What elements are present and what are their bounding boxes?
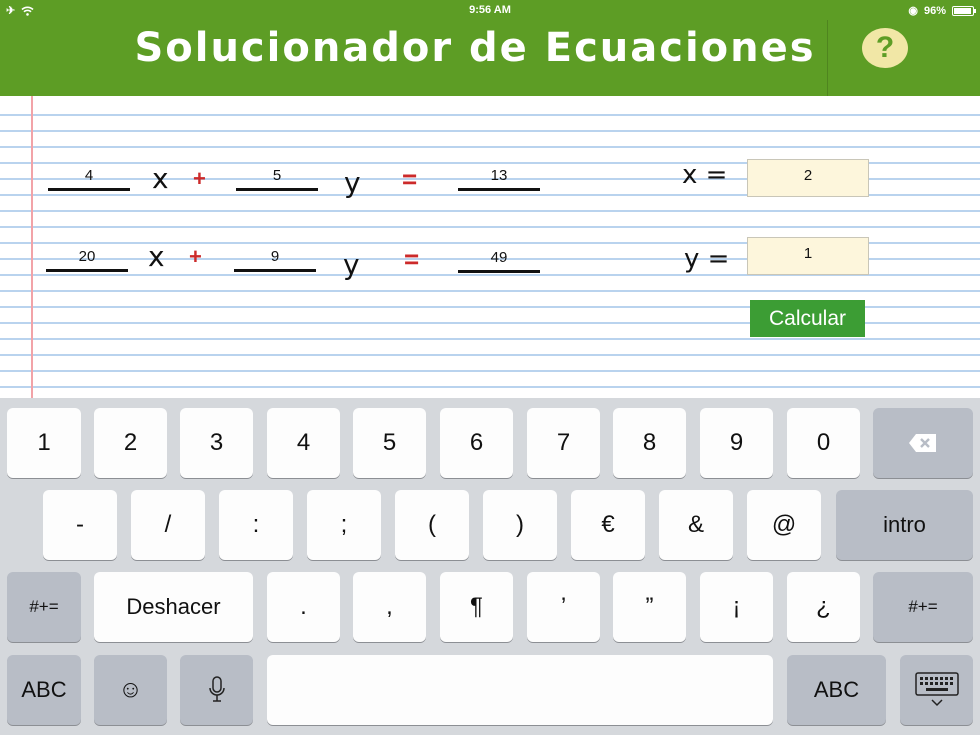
eq2-y-variable: y [343, 248, 360, 281]
on-screen-keyboard: 1 2 3 4 5 6 7 8 9 0 - / : ; ( ) € & @ in… [0, 398, 980, 735]
dismiss-keyboard-key[interactable] [900, 655, 973, 725]
key-inverted-question[interactable]: ¿ [787, 572, 860, 642]
y-result-label: y = [684, 244, 730, 274]
emoji-key[interactable]: ☺ [94, 655, 167, 725]
eq1-equals-sign: = [402, 164, 418, 194]
eq2-equals-sign: = [404, 244, 420, 274]
key-period[interactable]: . [267, 572, 340, 642]
battery-percent: 96% [923, 4, 946, 17]
eq1-coef-x-input[interactable]: 4 [48, 163, 130, 191]
key-slash[interactable]: / [131, 490, 205, 560]
eq1-constant-input[interactable]: 13 [458, 163, 540, 191]
key-5[interactable]: 5 [353, 408, 426, 478]
eq2-coef-x-input[interactable]: 20 [46, 244, 128, 272]
key-pilcrow[interactable]: ¶ [440, 572, 513, 642]
keyboard-hide-icon [914, 672, 959, 707]
key-quote[interactable]: ” [613, 572, 686, 642]
backspace-icon [909, 434, 936, 452]
key-inverted-exclamation[interactable]: ¡ [700, 572, 773, 642]
eq1-plus-sign: + [193, 166, 206, 191]
key-2[interactable]: 2 [94, 408, 167, 478]
help-button[interactable]: ? [862, 28, 908, 68]
eq2-constant-input[interactable]: 49 [458, 245, 540, 273]
symbols-key-left[interactable]: #+= [7, 572, 81, 642]
abc-key-right[interactable]: ABC [787, 655, 886, 725]
key-3[interactable]: 3 [180, 408, 253, 478]
key-close-paren[interactable]: ) [483, 490, 557, 560]
key-comma[interactable]: , [353, 572, 426, 642]
status-bar: ✈ 9:56 AM ◉ 96% [0, 0, 980, 20]
battery-icon [952, 5, 976, 16]
key-semicolon[interactable]: ; [307, 490, 381, 560]
key-colon[interactable]: : [219, 490, 293, 560]
status-time: 9:56 AM [469, 4, 511, 16]
key-1[interactable]: 1 [7, 408, 81, 478]
eq2-plus-sign: + [189, 244, 202, 269]
symbols-key-right[interactable]: #+= [873, 572, 973, 642]
x-result-field: 2 [747, 159, 869, 197]
eq2-x-variable: x [148, 240, 165, 273]
key-ampersand[interactable]: & [659, 490, 733, 560]
key-4[interactable]: 4 [267, 408, 340, 478]
key-7[interactable]: 7 [527, 408, 600, 478]
paper-margin-line [31, 96, 33, 398]
key-9[interactable]: 9 [700, 408, 773, 478]
key-euro[interactable]: € [571, 490, 645, 560]
eq1-x-variable: x [152, 162, 169, 195]
x-result-label: x = [682, 160, 728, 190]
key-at[interactable]: @ [747, 490, 821, 560]
abc-key-left[interactable]: ABC [7, 655, 81, 725]
return-key[interactable]: intro [836, 490, 973, 560]
backspace-key[interactable] [873, 408, 973, 478]
orientation-lock-icon: ◉ [908, 5, 918, 17]
calculate-button[interactable]: Calcular [750, 300, 865, 337]
undo-key[interactable]: Deshacer [94, 572, 253, 642]
page-title: Solucionador de Ecuaciones [134, 25, 816, 71]
app-header: ✈ 9:56 AM ◉ 96% Solucionador de Ecuacion… [0, 0, 980, 96]
key-6[interactable]: 6 [440, 408, 513, 478]
eq2-coef-y-input[interactable]: 9 [234, 244, 316, 272]
dictation-key[interactable] [180, 655, 253, 725]
key-apostrophe[interactable]: ’ [527, 572, 600, 642]
header-divider [827, 20, 828, 96]
microphone-icon [208, 676, 225, 702]
status-right: ◉ 96% [908, 4, 976, 17]
key-0[interactable]: 0 [787, 408, 860, 478]
eq1-y-variable: y [344, 166, 361, 199]
key-open-paren[interactable]: ( [395, 490, 469, 560]
y-result-field: 1 [747, 237, 869, 275]
space-key[interactable] [267, 655, 773, 725]
emoji-icon: ☺ [118, 676, 143, 703]
eq1-coef-y-input[interactable]: 5 [236, 163, 318, 191]
key-hyphen[interactable]: - [43, 490, 117, 560]
key-8[interactable]: 8 [613, 408, 686, 478]
